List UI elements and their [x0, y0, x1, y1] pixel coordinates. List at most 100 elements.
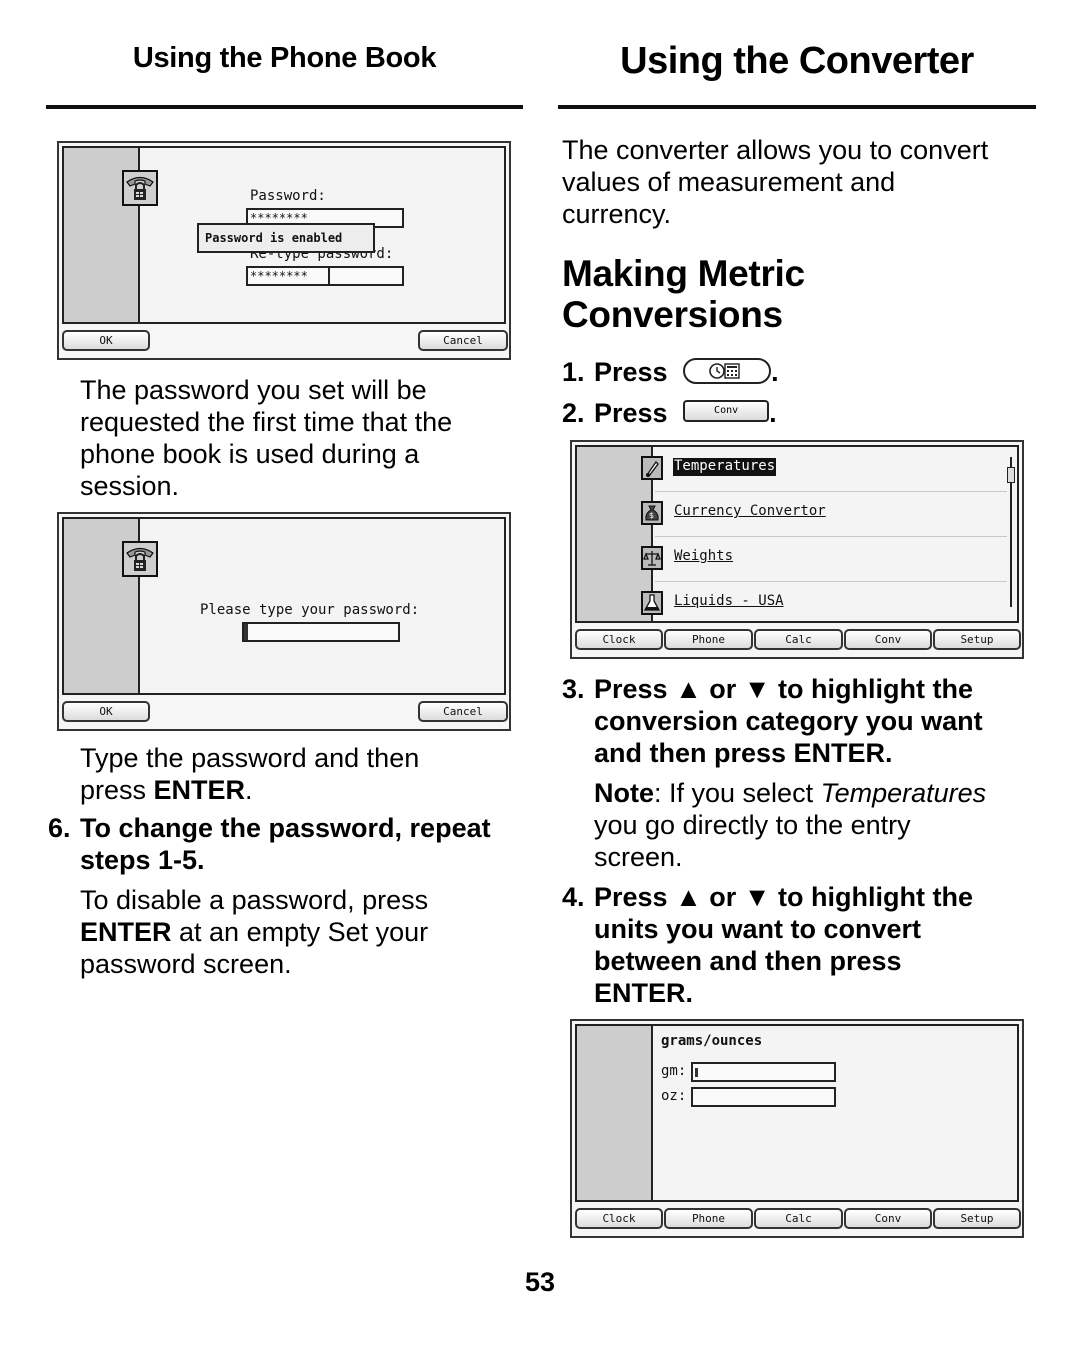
text-line: phone book is used during a: [80, 439, 420, 469]
list-item-currency-convertor[interactable]: $ Currency Convertor: [641, 492, 1007, 537]
text-line: The converter allows you to convert: [562, 135, 989, 165]
enter-key-text: ENTER: [153, 775, 246, 805]
ok-button[interactable]: OK: [62, 701, 150, 722]
converter-intro: The converter allows you to convert valu…: [562, 134, 988, 230]
text-span: press: [80, 775, 154, 805]
note-label: Note: [594, 778, 654, 808]
tab-calc[interactable]: Calc: [754, 629, 843, 650]
password-label: Password:: [250, 188, 326, 204]
text-line: To disable a password, press: [80, 885, 429, 915]
phone-lock-icon: [122, 541, 158, 577]
page-number: 53: [524, 1267, 556, 1297]
cancel-button[interactable]: Cancel: [418, 330, 508, 351]
device-screen-set-password: Password: ******** Re-type password: ***…: [57, 141, 511, 360]
enter-key-text: ENTER: [80, 917, 172, 947]
clock-calculator-key[interactable]: [683, 357, 772, 384]
step-number: 1.: [562, 357, 585, 387]
text-line: ENTER.: [594, 978, 694, 1008]
cancel-button[interactable]: Cancel: [418, 701, 508, 722]
text-line: steps 1-5.: [80, 845, 205, 875]
lcd-display: Temperatures $ Currency Convertor Weight…: [575, 445, 1019, 623]
lcd-display: Please type your password:: [62, 517, 506, 695]
text-span: Temperatures: [820, 778, 987, 808]
tab-setup[interactable]: Setup: [933, 629, 1021, 650]
text-line: conversion category you want: [594, 706, 983, 736]
clock-calculator-icon: [709, 363, 740, 379]
svg-text:$: $: [649, 511, 654, 520]
scrollbar-thumb[interactable]: [1007, 467, 1015, 483]
text-line: Conversions: [562, 294, 783, 335]
text-span: .: [245, 775, 253, 805]
text-line: press ENTER.: [80, 774, 419, 806]
text-line: between and then press: [594, 946, 902, 976]
step-number: 2.: [562, 398, 585, 428]
step-number: 6.: [48, 813, 71, 843]
step-1: 1. Press .: [562, 356, 1042, 390]
ounces-label: oz:: [661, 1088, 687, 1104]
grams-input[interactable]: [691, 1062, 836, 1082]
list-item-label: Currency Convertor: [674, 503, 826, 519]
text-line: requested the first time that the: [80, 407, 453, 437]
text-line: ENTER at an empty Set your: [80, 916, 428, 948]
grams-label: gm:: [661, 1063, 687, 1079]
divider-left: [46, 105, 523, 109]
scrollbar[interactable]: [1007, 457, 1015, 607]
lcd-display: Password: ******** Re-type password: ***…: [62, 146, 506, 324]
text-line: password screen.: [80, 949, 292, 979]
text-line: session.: [80, 471, 180, 501]
step-text: Press: [594, 357, 668, 387]
step-text: Press: [594, 398, 668, 428]
text-line: The password you set will be: [80, 375, 427, 405]
flask-icon: [641, 591, 663, 615]
step-4: 4. Press ▲ or ▼ to highlight the units y…: [562, 881, 1042, 1011]
device-screen-conversion-categories: Temperatures $ Currency Convertor Weight…: [570, 440, 1024, 659]
tab-conv[interactable]: Conv: [844, 1208, 932, 1229]
tab-setup[interactable]: Setup: [933, 1208, 1021, 1229]
paragraph-type-password: Type the password and then press ENTER.: [80, 742, 419, 806]
step-number: 3.: [562, 674, 585, 704]
list-item-label: Weights: [674, 548, 734, 564]
device-screen-enter-password: Please type your password: OK Cancel: [57, 512, 511, 731]
text-line: and then press ENTER.: [594, 738, 893, 768]
paragraph-disable-password: To disable a password, press ENTER at an…: [80, 884, 428, 980]
section-title-phone-book: Using the Phone Book: [132, 42, 437, 74]
conv-key[interactable]: Conv: [683, 399, 770, 422]
text-line: Making Metric: [562, 253, 805, 294]
password-prompt: Please type your password:: [200, 602, 420, 618]
retype-password-field[interactable]: ********: [246, 266, 404, 286]
note-temperatures: Note: If you select Temperatures you go …: [594, 777, 986, 873]
text-line: you go directly to the entry: [594, 810, 911, 840]
text-line: Press ▲ or ▼ to highlight the: [594, 882, 973, 912]
list-item-liquids-usa[interactable]: Liquids - USA: [641, 582, 1007, 621]
list-item-label: Temperatures: [673, 458, 777, 476]
text-line: units you want to convert: [594, 914, 922, 944]
money-bag-icon: $: [641, 501, 663, 525]
step-suffix: .: [769, 398, 777, 428]
paragraph-password-request: The password you set will be requested t…: [80, 374, 452, 502]
conversion-title: grams/ounces: [661, 1033, 763, 1049]
sidebar-panel: [577, 1026, 653, 1200]
ounces-input[interactable]: [691, 1087, 836, 1107]
text-line: To change the password, repeat: [80, 813, 491, 843]
text-line: Press ▲ or ▼ to highlight the: [594, 674, 973, 704]
thermometer-icon: [641, 456, 663, 480]
scale-icon: [641, 546, 663, 570]
text-cursor: [244, 624, 248, 640]
tab-phone[interactable]: Phone: [664, 629, 753, 650]
step-3: 3. Press ▲ or ▼ to highlight the convers…: [562, 673, 1042, 773]
text-cursor: [328, 268, 330, 284]
lcd-display: grams/ounces gm: oz:: [575, 1024, 1019, 1202]
tab-calc[interactable]: Calc: [754, 1208, 843, 1229]
list-item-temperatures[interactable]: Temperatures: [641, 447, 1007, 492]
list-item-label: Liquids - USA: [674, 593, 784, 609]
tab-conv[interactable]: Conv: [844, 629, 932, 650]
step-6: 6. To change the password, repeat steps …: [48, 812, 528, 876]
tab-phone[interactable]: Phone: [664, 1208, 753, 1229]
ok-button[interactable]: OK: [62, 330, 150, 351]
text-line: screen.: [594, 842, 683, 872]
list-item-weights[interactable]: Weights: [641, 537, 1007, 582]
tab-clock[interactable]: Clock: [575, 629, 663, 650]
password-input[interactable]: [242, 622, 400, 642]
step-2: 2. Press Conv.: [562, 397, 1042, 431]
tab-clock[interactable]: Clock: [575, 1208, 663, 1229]
